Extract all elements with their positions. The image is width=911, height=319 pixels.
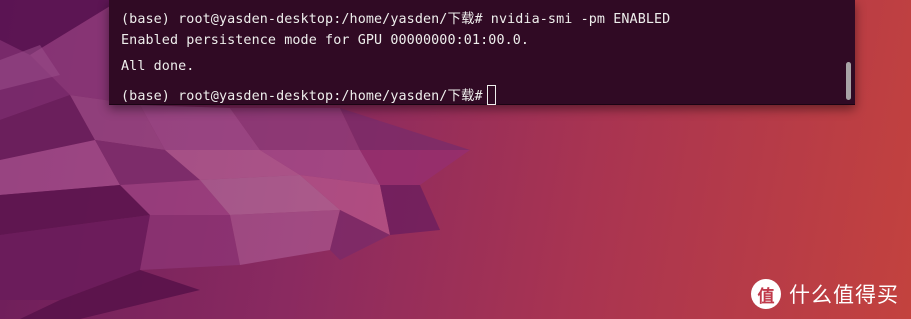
desktop: (base) root@yasden-desktop:/home/yasden/… <box>0 0 911 319</box>
terminal-line-command: (base) root@yasden-desktop:/home/yasden/… <box>121 7 670 27</box>
watermark-logo-icon: 值 <box>751 279 781 309</box>
terminal-command: nvidia-smi -pm ENABLED <box>482 12 671 27</box>
terminal-prompt: (base) root@yasden-desktop:/home/yasden/… <box>121 89 483 104</box>
terminal-window[interactable]: (base) root@yasden-desktop:/home/yasden/… <box>109 0 855 105</box>
terminal-output-line: Enabled persistence mode for GPU 0000000… <box>121 33 530 48</box>
terminal-cursor <box>486 85 496 105</box>
watermark: 值 什么值得买 <box>751 279 899 309</box>
terminal-scrollbar[interactable] <box>846 62 851 100</box>
watermark-text: 什么值得买 <box>789 283 899 307</box>
terminal-line-prompt[interactable]: (base) root@yasden-desktop:/home/yasden/… <box>121 84 496 105</box>
terminal-prompt: (base) root@yasden-desktop:/home/yasden/… <box>121 12 483 27</box>
terminal-output-line: All done. <box>121 59 195 74</box>
